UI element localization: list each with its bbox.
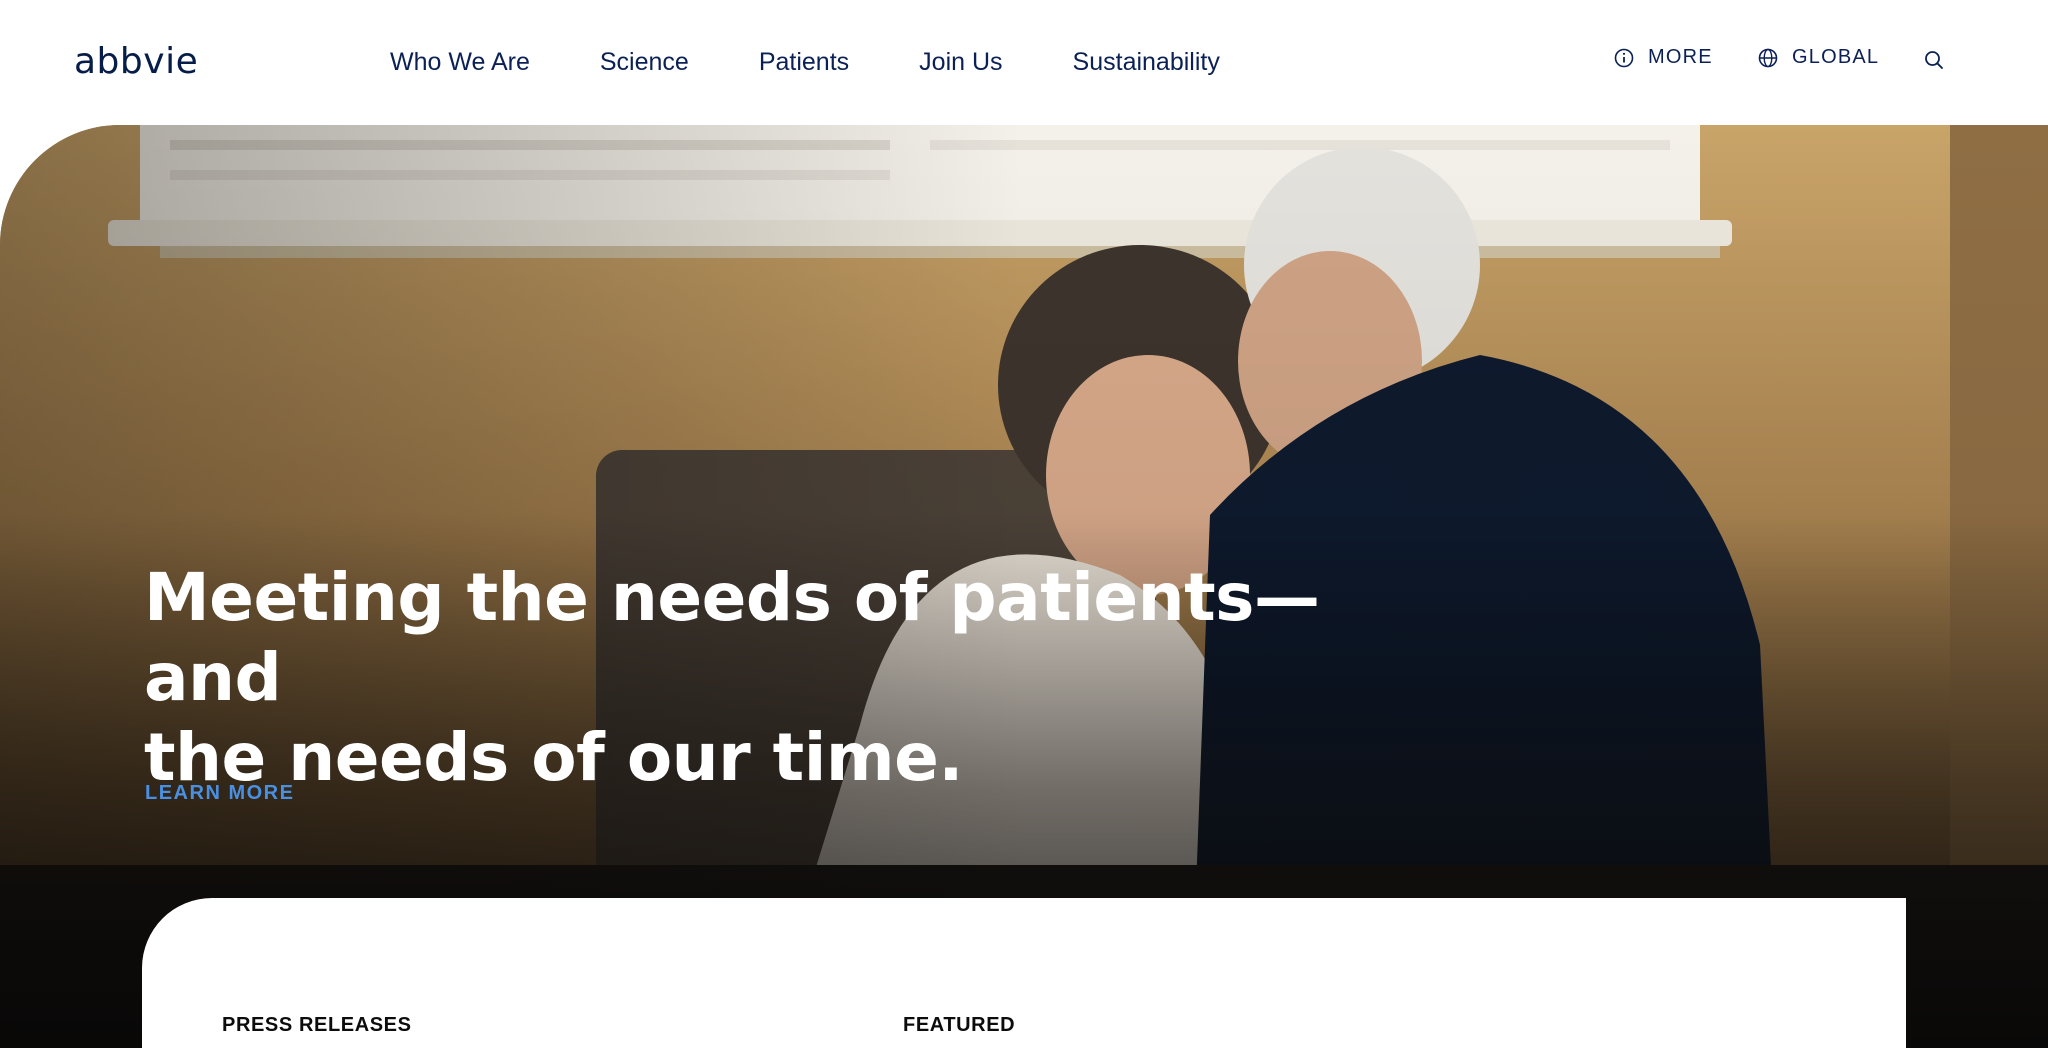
site-header: abbvie Who We Are Science Patients Join … [0, 0, 2048, 125]
info-circle-icon [1614, 48, 1634, 67]
more-label: MORE [1648, 46, 1713, 68]
learn-more-link[interactable]: LEARN MORE [145, 782, 294, 805]
nav-sustainability[interactable]: Sustainability [1073, 44, 1220, 80]
globe-icon [1758, 48, 1778, 67]
search-icon [1925, 51, 1943, 69]
global-label: GLOBAL [1792, 46, 1880, 68]
hero-title: Meeting the needs of patients—and the ne… [144, 558, 1444, 798]
more-menu-button[interactable]: MORE [1614, 46, 1713, 69]
search-button[interactable] [1924, 50, 1958, 70]
nav-who-we-are[interactable]: Who We Are [390, 44, 530, 80]
main-nav: Who We Are Science Patients Join Us Sust… [390, 44, 1290, 80]
abbvie-logo[interactable]: abbvie [74, 42, 236, 82]
hero-title-line-1: Meeting the needs of patients—and [144, 559, 1320, 716]
nav-join-us[interactable]: Join Us [919, 44, 1002, 80]
global-selector-button[interactable]: GLOBAL [1758, 46, 1879, 69]
featured-heading: FEATURED [903, 1014, 1016, 1036]
press-releases-heading: PRESS RELEASES [222, 1014, 412, 1036]
news-card: PRESS RELEASES FEATURED [142, 898, 1906, 1048]
nav-patients[interactable]: Patients [759, 44, 849, 80]
svg-text:abbvie: abbvie [74, 42, 198, 82]
nav-science[interactable]: Science [600, 44, 689, 80]
